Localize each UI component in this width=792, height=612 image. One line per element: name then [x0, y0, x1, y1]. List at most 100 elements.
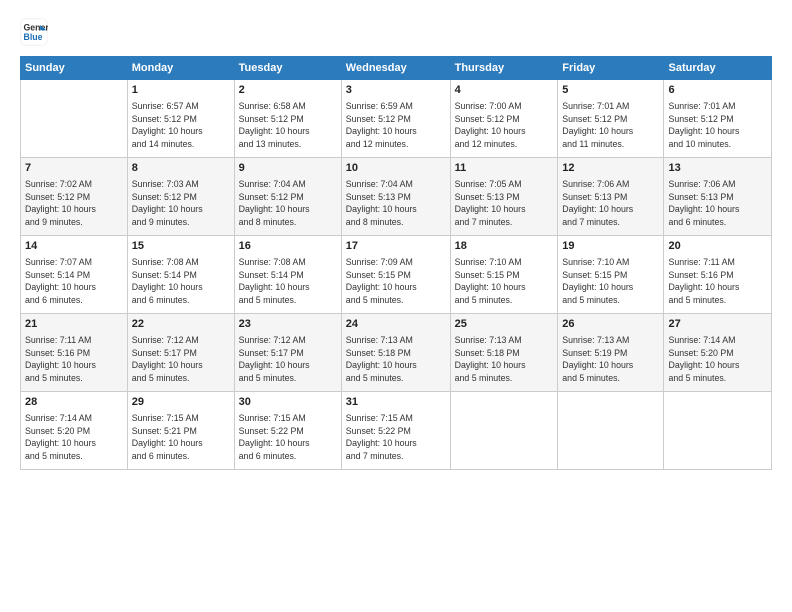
- day-number: 28: [25, 395, 123, 411]
- day-info: Sunrise: 7:04 AM Sunset: 5:12 PM Dayligh…: [239, 178, 337, 229]
- day-number: 31: [346, 395, 446, 411]
- day-info: Sunrise: 7:03 AM Sunset: 5:12 PM Dayligh…: [132, 178, 230, 229]
- logo: General Blue: [20, 18, 50, 46]
- day-number: 30: [239, 395, 337, 411]
- day-cell: 19Sunrise: 7:10 AM Sunset: 5:15 PM Dayli…: [558, 236, 664, 314]
- day-cell: 22Sunrise: 7:12 AM Sunset: 5:17 PM Dayli…: [127, 314, 234, 392]
- day-info: Sunrise: 7:13 AM Sunset: 5:18 PM Dayligh…: [346, 334, 446, 385]
- week-row-5: 28Sunrise: 7:14 AM Sunset: 5:20 PM Dayli…: [21, 392, 772, 470]
- day-info: Sunrise: 7:13 AM Sunset: 5:19 PM Dayligh…: [562, 334, 659, 385]
- day-cell: [450, 392, 558, 470]
- day-cell: 16Sunrise: 7:08 AM Sunset: 5:14 PM Dayli…: [234, 236, 341, 314]
- day-cell: 14Sunrise: 7:07 AM Sunset: 5:14 PM Dayli…: [21, 236, 128, 314]
- day-number: 14: [25, 239, 123, 255]
- day-info: Sunrise: 7:06 AM Sunset: 5:13 PM Dayligh…: [562, 178, 659, 229]
- day-info: Sunrise: 7:00 AM Sunset: 5:12 PM Dayligh…: [455, 100, 554, 151]
- day-info: Sunrise: 7:14 AM Sunset: 5:20 PM Dayligh…: [25, 412, 123, 463]
- day-info: Sunrise: 6:59 AM Sunset: 5:12 PM Dayligh…: [346, 100, 446, 151]
- day-cell: 4Sunrise: 7:00 AM Sunset: 5:12 PM Daylig…: [450, 80, 558, 158]
- day-cell: 26Sunrise: 7:13 AM Sunset: 5:19 PM Dayli…: [558, 314, 664, 392]
- day-cell: 5Sunrise: 7:01 AM Sunset: 5:12 PM Daylig…: [558, 80, 664, 158]
- week-row-3: 14Sunrise: 7:07 AM Sunset: 5:14 PM Dayli…: [21, 236, 772, 314]
- day-number: 5: [562, 83, 659, 99]
- day-number: 18: [455, 239, 554, 255]
- svg-text:Blue: Blue: [24, 32, 43, 42]
- day-info: Sunrise: 7:05 AM Sunset: 5:13 PM Dayligh…: [455, 178, 554, 229]
- day-info: Sunrise: 7:15 AM Sunset: 5:22 PM Dayligh…: [346, 412, 446, 463]
- day-cell: 10Sunrise: 7:04 AM Sunset: 5:13 PM Dayli…: [341, 158, 450, 236]
- day-number: 17: [346, 239, 446, 255]
- day-cell: [558, 392, 664, 470]
- day-info: Sunrise: 7:09 AM Sunset: 5:15 PM Dayligh…: [346, 256, 446, 307]
- day-info: Sunrise: 7:07 AM Sunset: 5:14 PM Dayligh…: [25, 256, 123, 307]
- day-cell: 18Sunrise: 7:10 AM Sunset: 5:15 PM Dayli…: [450, 236, 558, 314]
- day-number: 4: [455, 83, 554, 99]
- day-info: Sunrise: 7:06 AM Sunset: 5:13 PM Dayligh…: [668, 178, 767, 229]
- calendar-table: SundayMondayTuesdayWednesdayThursdayFrid…: [20, 56, 772, 470]
- day-number: 29: [132, 395, 230, 411]
- day-number: 26: [562, 317, 659, 333]
- weekday-header-monday: Monday: [127, 57, 234, 80]
- day-cell: 21Sunrise: 7:11 AM Sunset: 5:16 PM Dayli…: [21, 314, 128, 392]
- day-info: Sunrise: 7:01 AM Sunset: 5:12 PM Dayligh…: [668, 100, 767, 151]
- day-info: Sunrise: 6:57 AM Sunset: 5:12 PM Dayligh…: [132, 100, 230, 151]
- day-number: 16: [239, 239, 337, 255]
- day-number: 24: [346, 317, 446, 333]
- day-cell: 29Sunrise: 7:15 AM Sunset: 5:21 PM Dayli…: [127, 392, 234, 470]
- day-cell: 24Sunrise: 7:13 AM Sunset: 5:18 PM Dayli…: [341, 314, 450, 392]
- week-row-4: 21Sunrise: 7:11 AM Sunset: 5:16 PM Dayli…: [21, 314, 772, 392]
- day-number: 19: [562, 239, 659, 255]
- day-cell: 20Sunrise: 7:11 AM Sunset: 5:16 PM Dayli…: [664, 236, 772, 314]
- day-cell: 31Sunrise: 7:15 AM Sunset: 5:22 PM Dayli…: [341, 392, 450, 470]
- day-cell: 15Sunrise: 7:08 AM Sunset: 5:14 PM Dayli…: [127, 236, 234, 314]
- day-number: 1: [132, 83, 230, 99]
- day-cell: 13Sunrise: 7:06 AM Sunset: 5:13 PM Dayli…: [664, 158, 772, 236]
- weekday-header-wednesday: Wednesday: [341, 57, 450, 80]
- logo-icon: General Blue: [20, 18, 48, 46]
- day-number: 22: [132, 317, 230, 333]
- day-info: Sunrise: 7:13 AM Sunset: 5:18 PM Dayligh…: [455, 334, 554, 385]
- day-number: 20: [668, 239, 767, 255]
- day-info: Sunrise: 7:12 AM Sunset: 5:17 PM Dayligh…: [132, 334, 230, 385]
- day-cell: 23Sunrise: 7:12 AM Sunset: 5:17 PM Dayli…: [234, 314, 341, 392]
- day-number: 13: [668, 161, 767, 177]
- day-number: 15: [132, 239, 230, 255]
- day-cell: 2Sunrise: 6:58 AM Sunset: 5:12 PM Daylig…: [234, 80, 341, 158]
- day-cell: 7Sunrise: 7:02 AM Sunset: 5:12 PM Daylig…: [21, 158, 128, 236]
- day-number: 11: [455, 161, 554, 177]
- day-info: Sunrise: 7:15 AM Sunset: 5:22 PM Dayligh…: [239, 412, 337, 463]
- day-info: Sunrise: 7:04 AM Sunset: 5:13 PM Dayligh…: [346, 178, 446, 229]
- day-cell: [21, 80, 128, 158]
- week-row-2: 7Sunrise: 7:02 AM Sunset: 5:12 PM Daylig…: [21, 158, 772, 236]
- day-info: Sunrise: 7:11 AM Sunset: 5:16 PM Dayligh…: [668, 256, 767, 307]
- day-number: 6: [668, 83, 767, 99]
- weekday-header-tuesday: Tuesday: [234, 57, 341, 80]
- day-number: 9: [239, 161, 337, 177]
- weekday-header-saturday: Saturday: [664, 57, 772, 80]
- day-number: 7: [25, 161, 123, 177]
- day-number: 10: [346, 161, 446, 177]
- day-cell: 28Sunrise: 7:14 AM Sunset: 5:20 PM Dayli…: [21, 392, 128, 470]
- day-cell: 17Sunrise: 7:09 AM Sunset: 5:15 PM Dayli…: [341, 236, 450, 314]
- day-cell: 25Sunrise: 7:13 AM Sunset: 5:18 PM Dayli…: [450, 314, 558, 392]
- day-number: 3: [346, 83, 446, 99]
- day-number: 23: [239, 317, 337, 333]
- weekday-header-sunday: Sunday: [21, 57, 128, 80]
- day-cell: 12Sunrise: 7:06 AM Sunset: 5:13 PM Dayli…: [558, 158, 664, 236]
- day-info: Sunrise: 7:12 AM Sunset: 5:17 PM Dayligh…: [239, 334, 337, 385]
- day-info: Sunrise: 7:10 AM Sunset: 5:15 PM Dayligh…: [562, 256, 659, 307]
- day-number: 8: [132, 161, 230, 177]
- day-cell: 3Sunrise: 6:59 AM Sunset: 5:12 PM Daylig…: [341, 80, 450, 158]
- weekday-header-thursday: Thursday: [450, 57, 558, 80]
- svg-text:General: General: [24, 22, 49, 32]
- header: General Blue: [20, 18, 772, 46]
- day-info: Sunrise: 6:58 AM Sunset: 5:12 PM Dayligh…: [239, 100, 337, 151]
- day-info: Sunrise: 7:15 AM Sunset: 5:21 PM Dayligh…: [132, 412, 230, 463]
- day-info: Sunrise: 7:08 AM Sunset: 5:14 PM Dayligh…: [239, 256, 337, 307]
- day-number: 2: [239, 83, 337, 99]
- day-cell: 11Sunrise: 7:05 AM Sunset: 5:13 PM Dayli…: [450, 158, 558, 236]
- week-row-1: 1Sunrise: 6:57 AM Sunset: 5:12 PM Daylig…: [21, 80, 772, 158]
- day-cell: [664, 392, 772, 470]
- day-info: Sunrise: 7:02 AM Sunset: 5:12 PM Dayligh…: [25, 178, 123, 229]
- day-cell: 6Sunrise: 7:01 AM Sunset: 5:12 PM Daylig…: [664, 80, 772, 158]
